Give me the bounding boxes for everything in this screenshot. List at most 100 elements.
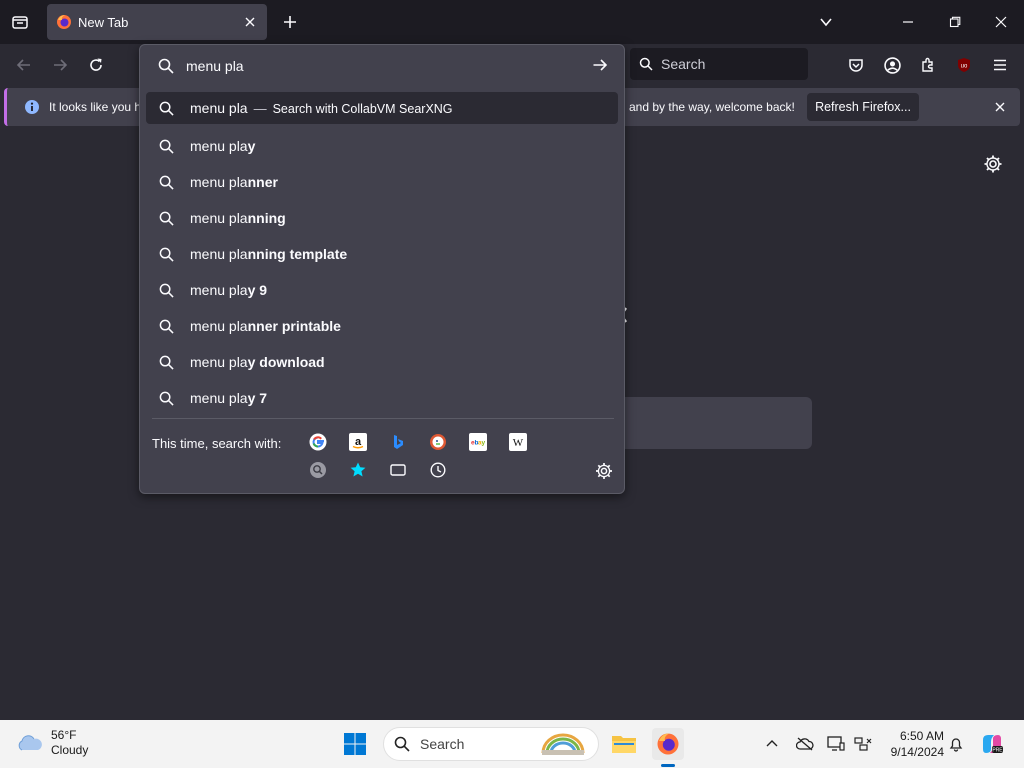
taskbar-search-placeholder: Search — [420, 736, 465, 752]
windows-start-icon[interactable] — [343, 732, 367, 756]
search-icon — [639, 57, 653, 71]
tray-onedrive[interactable] — [795, 734, 815, 754]
close-icon — [995, 16, 1007, 28]
svg-text:W: W — [513, 437, 524, 449]
tab-new-tab[interactable]: New Tab — [47, 4, 267, 40]
taskbar-clock[interactable]: 6:50 AM 9/14/2024 — [880, 728, 944, 760]
urlbar-result[interactable]: menu planning template — [146, 236, 618, 272]
svg-text:y: y — [482, 440, 486, 447]
engine-searxng[interactable] — [308, 460, 328, 480]
search-icon — [158, 282, 174, 298]
app-menu-button[interactable] — [988, 53, 1012, 77]
result-suggested-text: nning template — [247, 246, 348, 262]
pocket-icon — [849, 59, 863, 72]
result-suggested-text: nner printable — [247, 318, 341, 334]
pocket-button[interactable] — [844, 53, 868, 77]
weather-widget[interactable]: 56°F Cloudy — [16, 728, 88, 758]
search-icon — [158, 58, 174, 74]
go-arrow-icon[interactable] — [592, 57, 608, 73]
ublock-button[interactable]: uo — [952, 53, 976, 77]
tray-network[interactable] — [853, 734, 873, 754]
restore-button[interactable] — [941, 8, 969, 36]
engine-bing[interactable] — [388, 432, 408, 452]
urlbar-result[interactable]: menu planner — [146, 164, 618, 200]
refresh-firefox-button[interactable]: Refresh Firefox... — [807, 93, 919, 121]
clock-time: 6:50 AM — [899, 729, 944, 743]
taskbar-file-explorer[interactable] — [608, 728, 640, 760]
list-all-tabs-button[interactable] — [812, 8, 840, 36]
forward-button[interactable] — [48, 53, 72, 77]
engine-history[interactable] — [428, 460, 448, 480]
account-button[interactable] — [880, 53, 904, 77]
engine-google[interactable] — [308, 432, 328, 452]
urlbar-result[interactable]: menu pla — Search with CollabVM SearXNG — [146, 92, 618, 124]
search-settings-gear-icon[interactable] — [594, 461, 614, 481]
result-text: menu play download — [190, 354, 325, 370]
active-app-indicator — [661, 764, 675, 767]
engine-amazon[interactable]: a — [348, 432, 368, 452]
settings-gear-icon[interactable] — [983, 154, 1003, 174]
search-bar[interactable]: Search — [630, 48, 808, 80]
tray-overflow-button[interactable] — [762, 734, 782, 754]
urlbar-result[interactable]: menu play — [146, 128, 618, 164]
new-tab-button[interactable] — [278, 10, 302, 34]
cloud-icon — [18, 735, 42, 751]
svg-text:uo: uo — [961, 64, 968, 70]
ublock-origin-icon: uo — [958, 58, 970, 72]
result-suggested-text: nner — [247, 174, 278, 190]
result-typed-text: menu pla — [190, 246, 248, 262]
urlbar[interactable] — [150, 51, 616, 81]
taskbar-firefox[interactable] — [652, 728, 684, 760]
back-button[interactable] — [12, 53, 36, 77]
urlbar-result[interactable]: menu play 7 — [146, 380, 618, 416]
search-icon — [158, 246, 174, 262]
search-icon — [158, 210, 174, 226]
result-text: menu planner printable — [190, 318, 341, 334]
puzzle-icon — [922, 57, 933, 72]
firefox-view-icon — [12, 16, 28, 29]
firefox-view-button[interactable] — [8, 10, 32, 34]
info-icon — [25, 100, 39, 114]
search-bar-placeholder: Search — [661, 56, 706, 72]
search-icon — [158, 390, 174, 406]
firefox-icon — [57, 15, 71, 29]
new-tab-search-box[interactable] — [600, 397, 812, 449]
engine-bookmarks[interactable] — [348, 460, 368, 480]
result-typed-text: menu pla — [190, 138, 248, 154]
folder-icon — [612, 736, 636, 753]
urlbar-input[interactable] — [186, 58, 586, 74]
reload-button[interactable] — [84, 53, 108, 77]
chevron-up-icon — [766, 740, 778, 747]
result-typed-text: menu pla — [190, 282, 248, 298]
result-separator: — — [253, 101, 267, 116]
urlbar-result[interactable]: menu play 9 — [146, 272, 618, 308]
urlbar-result[interactable]: menu planner printable — [146, 308, 618, 344]
close-icon — [245, 17, 255, 27]
engine-duckduckgo[interactable] — [428, 432, 448, 452]
network-disconnected-icon — [854, 737, 872, 751]
plus-icon — [284, 16, 296, 28]
tray-display[interactable] — [826, 734, 846, 754]
weather-condition: Cloudy — [51, 743, 89, 757]
extensions-button[interactable] — [916, 53, 940, 77]
notification-message: It looks like you ha — [49, 100, 148, 114]
engine-ebay[interactable]: e b a y — [468, 432, 488, 452]
copilot-icon: PRE — [983, 735, 1003, 754]
tray-copilot[interactable]: PRE — [980, 732, 1004, 756]
taskbar-search-box[interactable]: Search — [383, 727, 599, 761]
result-typed-text: menu pla — [190, 174, 248, 190]
window-close-button[interactable] — [987, 8, 1015, 36]
result-suggested-text: y 9 — [247, 282, 268, 298]
tray-notifications[interactable] — [946, 734, 966, 754]
minimize-button[interactable] — [894, 8, 922, 36]
search-icon — [394, 736, 410, 752]
urlbar-result[interactable]: menu play download — [146, 344, 618, 380]
search-icon — [158, 138, 174, 154]
tab-close-button[interactable] — [241, 13, 259, 31]
engine-wikipedia[interactable]: W — [508, 432, 528, 452]
bell-icon — [949, 738, 963, 752]
urlbar-result[interactable]: menu planning — [146, 200, 618, 236]
engine-tabs[interactable] — [388, 460, 408, 480]
duckduckgo-icon — [430, 434, 446, 450]
notification-close-button[interactable] — [992, 99, 1008, 115]
